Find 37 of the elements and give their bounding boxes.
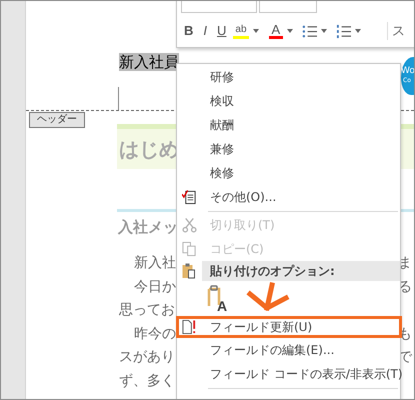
paste-text-only-button[interactable]: A xyxy=(207,284,231,312)
bold-button[interactable]: B xyxy=(181,23,196,39)
caret-icon[interactable] xyxy=(355,29,362,33)
menu-item[interactable]: フィールド更新(U) xyxy=(176,316,402,338)
section-heading: 入社メッ xyxy=(118,218,178,236)
body-text: スがあり xyxy=(119,348,175,368)
menu-item[interactable]: 兼修 xyxy=(177,137,400,161)
clipboard-icon xyxy=(181,263,196,279)
menu-item[interactable]: フィールド コードの表示/非表示(T) xyxy=(177,362,400,386)
body-text: 思ってお xyxy=(119,301,175,320)
italic-button[interactable]: I xyxy=(200,23,210,39)
caret-icon[interactable] xyxy=(321,29,328,33)
copy-icon xyxy=(182,241,197,257)
document-alert-icon xyxy=(182,319,197,335)
body-text: 今日か xyxy=(134,278,176,297)
menu-item[interactable]: その他(O)... xyxy=(177,185,400,209)
caret-icon[interactable] xyxy=(252,29,259,33)
body-text: る xyxy=(398,278,412,297)
body-text: ま xyxy=(398,254,412,273)
toolbar-text: ス xyxy=(387,22,406,40)
body-text: ず、多く xyxy=(119,372,175,391)
font-size-field[interactable] xyxy=(259,1,317,13)
numbered-list-icon[interactable] xyxy=(336,24,352,38)
font-color-button[interactable]: A xyxy=(268,23,284,39)
menu-item[interactable]: フィールドの編集(E)... xyxy=(177,338,400,362)
caret-icon[interactable] xyxy=(287,29,294,33)
document-check-icon xyxy=(182,189,197,205)
scissors-icon xyxy=(182,217,197,233)
menu-item[interactable]: 研修 xyxy=(177,65,400,89)
font-name-field[interactable] xyxy=(181,1,257,13)
body-text: 昨今の xyxy=(134,324,176,344)
bullet-list-icon[interactable] xyxy=(302,24,318,38)
header-tag: ヘッダー xyxy=(29,112,85,128)
body-text: 新入社 xyxy=(134,254,176,273)
highlight-button[interactable]: ab xyxy=(233,24,249,38)
underline-button[interactable]: U xyxy=(214,23,230,39)
menu-item[interactable]: 検収 xyxy=(177,89,400,113)
